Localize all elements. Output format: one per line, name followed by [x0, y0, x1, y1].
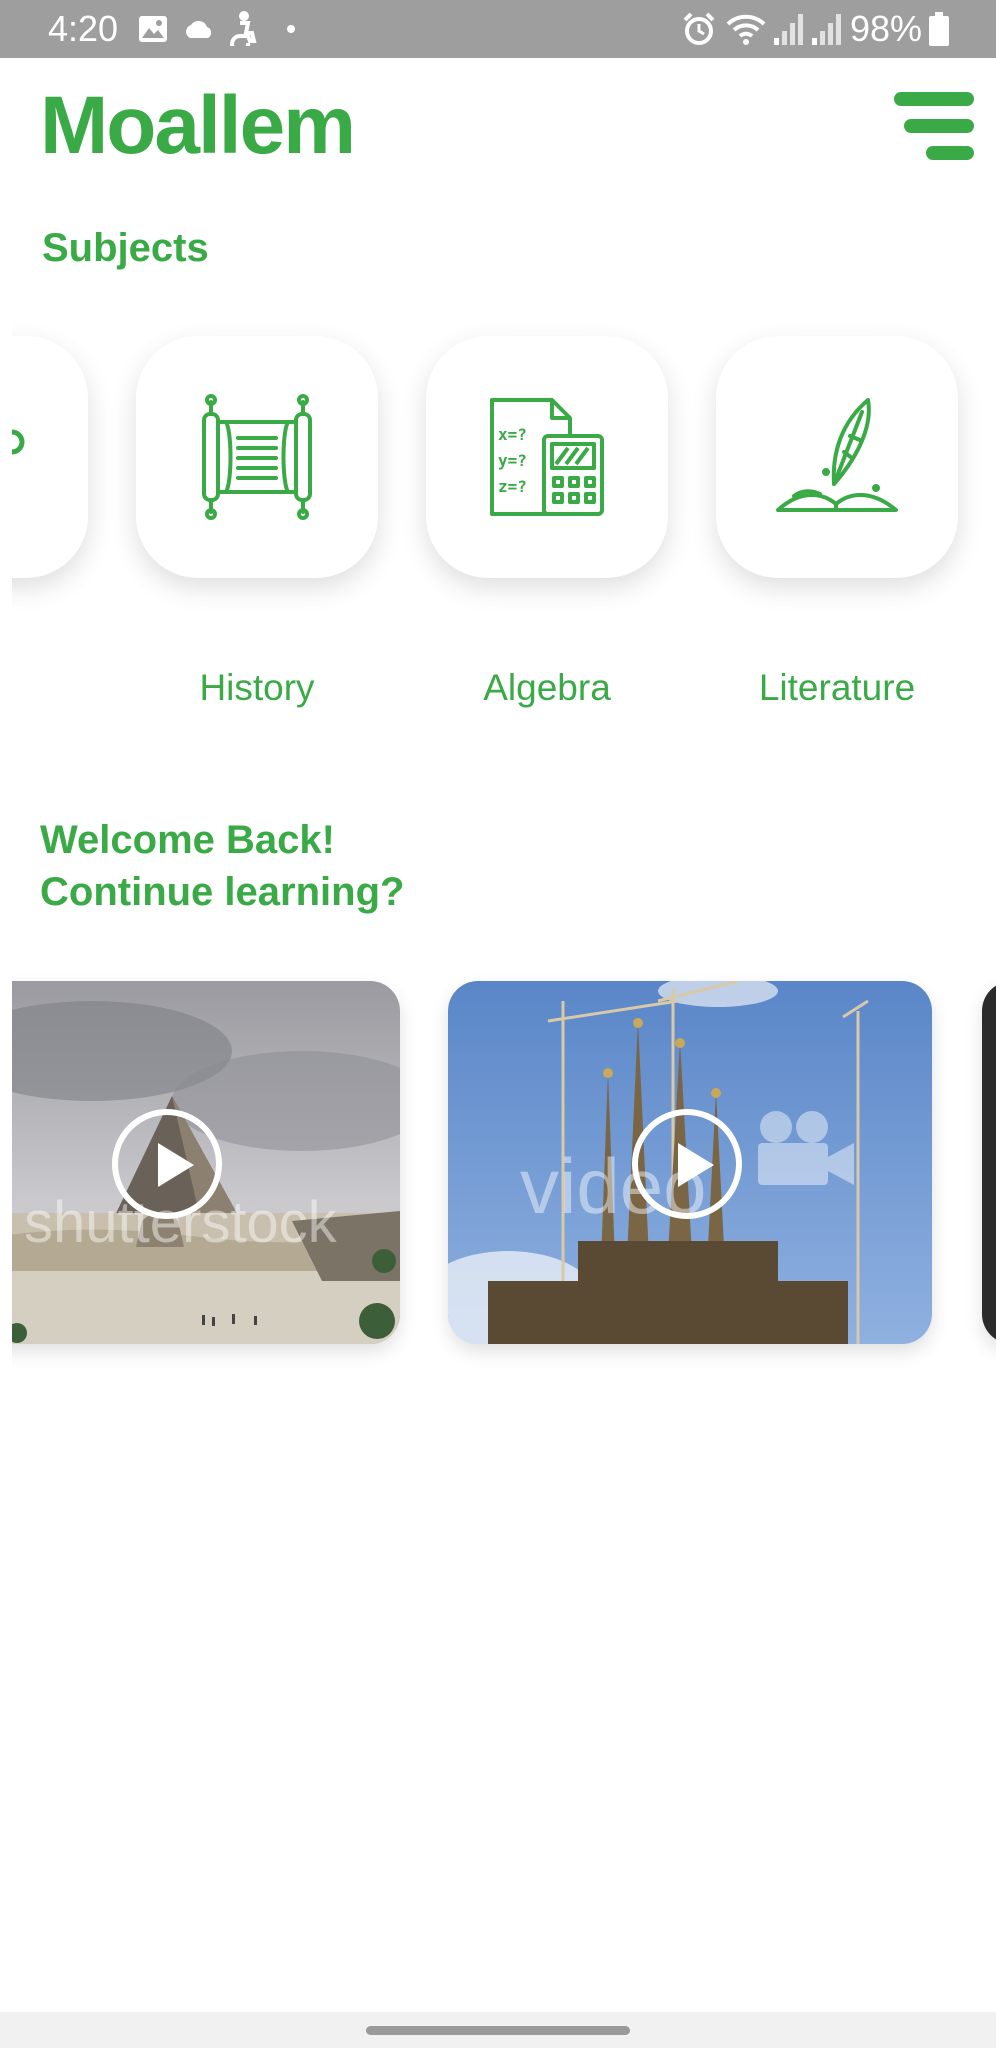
signal-icon: [774, 14, 803, 45]
subject-label-literature: Literature: [758, 667, 916, 708]
calculator-icon: x=? y=? z=?: [490, 398, 604, 516]
video-card-pyramids[interactable]: shutterstock: [12, 981, 400, 1344]
status-bar: 4:20 98%: [0, 0, 996, 58]
play-icon[interactable]: [112, 1109, 222, 1219]
subject-card-history[interactable]: [136, 336, 378, 578]
video-camera-watermark-icon: [758, 1111, 854, 1185]
subject-label-algebra: Algebra: [483, 667, 611, 708]
hamburger-menu-icon[interactable]: [892, 88, 974, 164]
play-icon[interactable]: [632, 1109, 742, 1219]
battery-percentage: 98%: [850, 8, 923, 49]
image-icon: [139, 16, 167, 42]
wifi-icon: [726, 14, 766, 45]
subjects-carousel[interactable]: y History: [12, 300, 996, 730]
alarm-icon: [683, 12, 715, 45]
quill-book-icon: [776, 398, 898, 512]
subject-icon: [12, 429, 25, 474]
signal-icon: [812, 14, 841, 45]
battery-icon: [929, 12, 949, 46]
subject-label: y: [12, 666, 44, 710]
subject-card[interactable]: [12, 336, 88, 578]
cloud-icon: [186, 20, 212, 38]
svg-text:z=?: z=?: [498, 477, 527, 496]
app-logo: Moallem: [40, 80, 356, 171]
video-card-partial[interactable]: [982, 981, 996, 1344]
subject-label-history: History: [199, 667, 315, 708]
system-nav-bar: [0, 2012, 996, 2048]
welcome-title: Welcome Back!: [40, 818, 335, 862]
video-card-cathedral[interactable]: video: [448, 981, 932, 1344]
accessibility-icon: [230, 11, 257, 46]
videos-carousel[interactable]: shutterstock video: [12, 970, 996, 1370]
dot-icon: [287, 25, 295, 33]
status-time: 4:20: [48, 8, 119, 49]
svg-text:y=?: y=?: [498, 451, 527, 470]
home-gesture-handle[interactable]: [366, 2026, 630, 2035]
scroll-icon: [202, 394, 312, 520]
subject-card-algebra[interactable]: x=? y=? z=?: [426, 336, 668, 578]
subject-card-literature[interactable]: [716, 336, 958, 578]
svg-text:x=?: x=?: [498, 425, 527, 444]
continue-learning-title: Continue learning?: [40, 870, 405, 914]
subjects-title: Subjects: [42, 226, 209, 270]
